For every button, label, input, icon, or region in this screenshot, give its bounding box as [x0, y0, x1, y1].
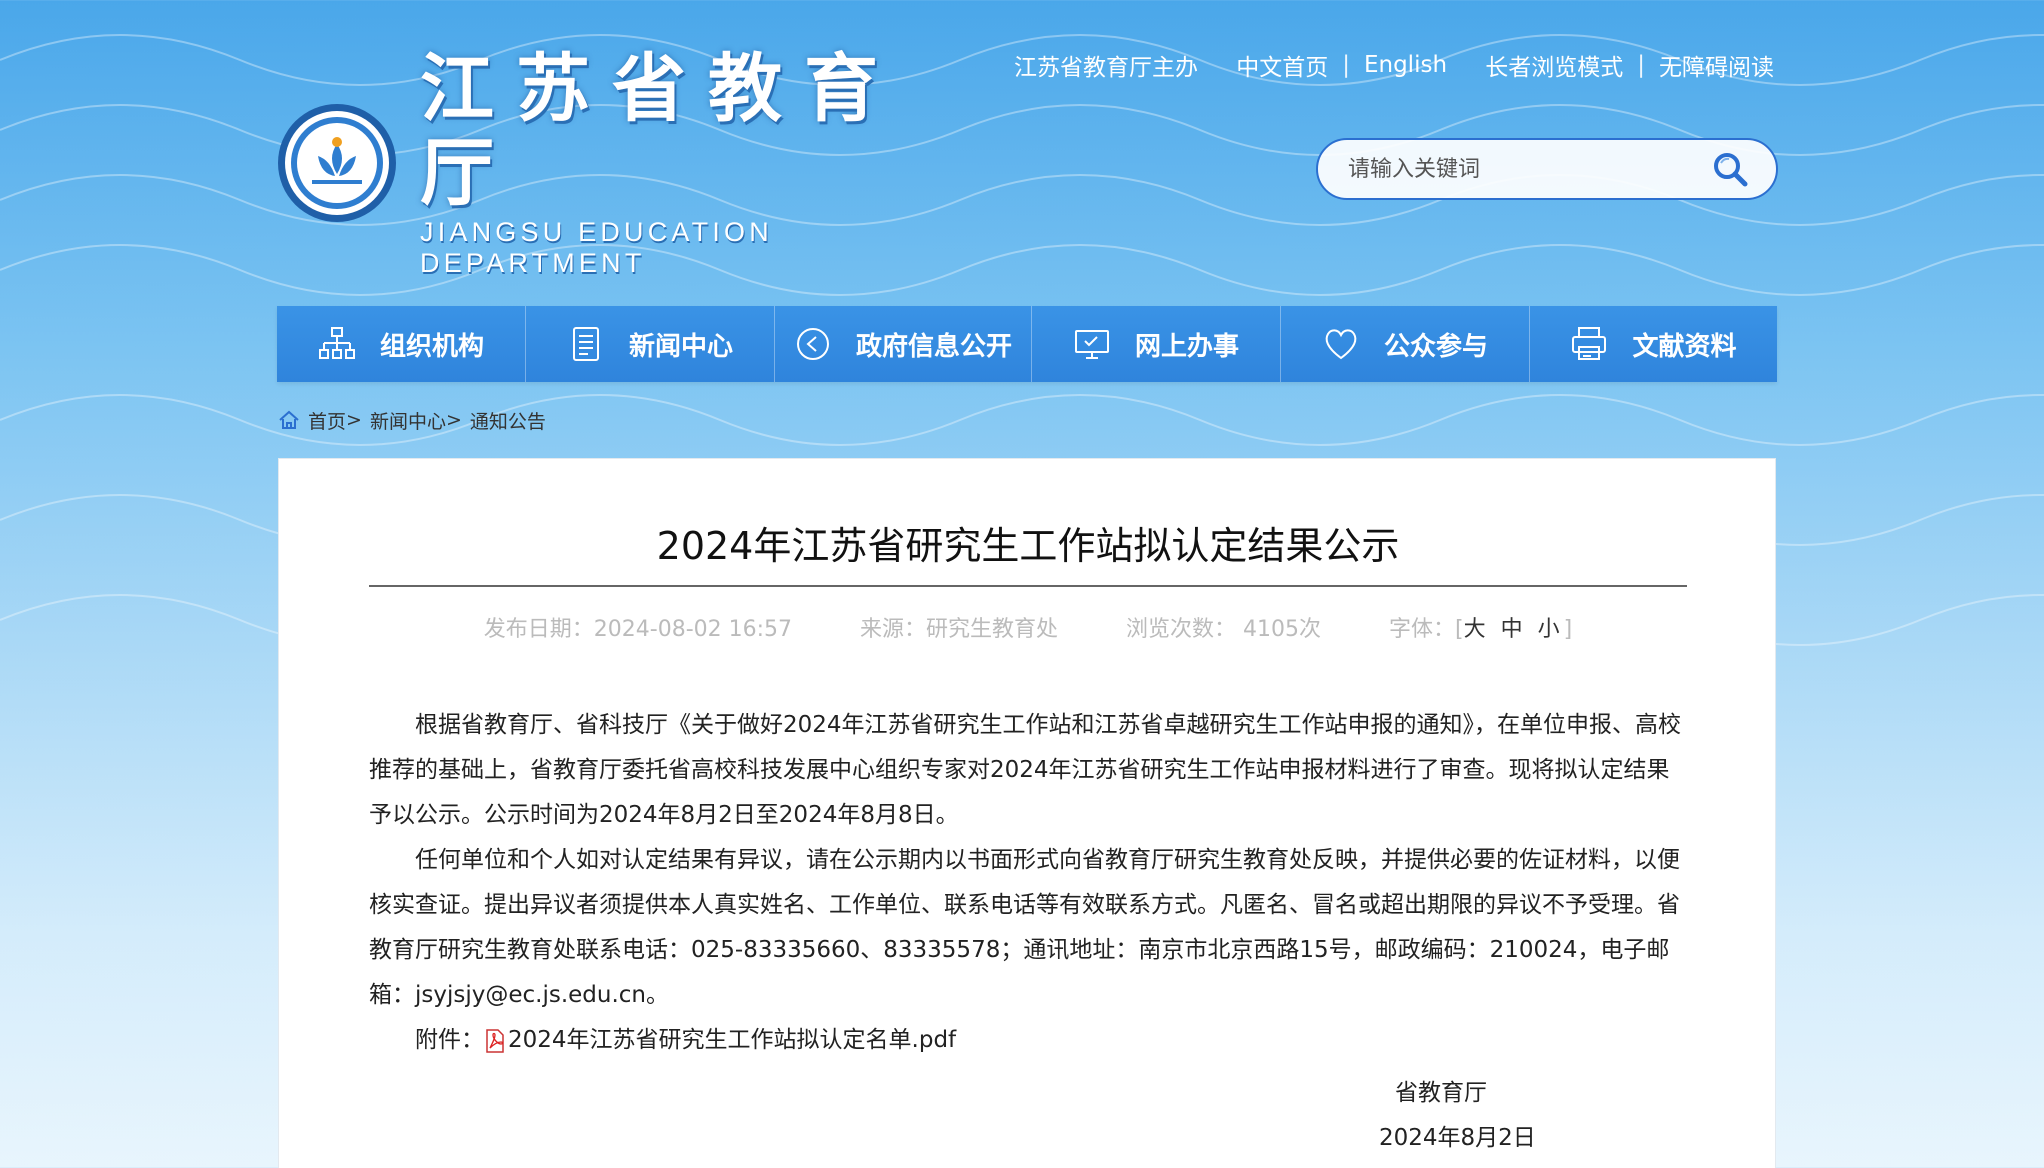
nav-label: 组织机构	[379, 331, 484, 362]
site-logo[interactable]: 江苏省教育厅 JIANGSU EDUCATION DEPARTMENT	[276, 47, 956, 278]
article-title: 2024年江苏省研究生工作站拟认定结果公示	[656, 524, 1400, 568]
nav-label: 公众参与	[1383, 331, 1488, 362]
nav-label: 网上办事	[1134, 331, 1239, 362]
main-navigation: 组织机构 新闻中心 政府信息公开 网上办事 公众参与 文献资料	[277, 306, 1777, 382]
separator: |	[1637, 52, 1645, 78]
org-chart-icon	[318, 327, 355, 359]
emblem-seal-icon	[278, 104, 396, 222]
breadcrumb-sep: >	[346, 409, 362, 431]
info-share-icon	[796, 328, 829, 360]
nav-public-participation[interactable]: 公众参与	[1281, 306, 1530, 382]
breadcrumb-home[interactable]: 首页	[308, 407, 346, 434]
attachment-row: 附件： 2024年江苏省研究生工作站拟认定名单.pdf	[369, 1018, 1687, 1063]
nav-label: 文献资料	[1632, 331, 1737, 362]
article-card: 2024年江苏省研究生工作站拟认定结果公示 发布日期：2024-08-02 16…	[278, 458, 1776, 1168]
nav-gov-info[interactable]: 政府信息公开	[775, 306, 1032, 382]
breadcrumb-current[interactable]: 通知公告	[470, 407, 546, 434]
font-size-options[interactable]: 大 中 小	[1464, 617, 1564, 642]
accessible-reading-link[interactable]: 无障碍阅读	[1659, 48, 1774, 82]
attachment-label: 附件：	[415, 1027, 484, 1053]
font-size-close: ]	[1563, 617, 1573, 642]
english-link[interactable]: English	[1364, 52, 1447, 78]
heart-icon	[1325, 329, 1357, 360]
search-icon[interactable]	[1710, 149, 1750, 189]
nav-org[interactable]: 组织机构	[277, 306, 526, 382]
nav-news[interactable]: 新闻中心	[526, 306, 775, 382]
font-size-control: 字体：[大 中 小]	[1389, 611, 1572, 643]
document-icon	[572, 327, 599, 361]
article-source: 来源：研究生教育处	[860, 617, 1059, 642]
separator: |	[1342, 52, 1350, 78]
signature-block: 省教育厅 2024年8月2日	[1379, 1071, 1679, 1161]
font-size-label: 字体：[	[1389, 617, 1464, 642]
publish-date: 发布日期：2024-08-02 16:57	[483, 617, 793, 642]
nav-label: 政府信息公开	[855, 331, 1012, 362]
logo-english-name: JIANGSU EDUCATION DEPARTMENT	[420, 217, 773, 278]
nav-online-service[interactable]: 网上办事	[1032, 306, 1281, 382]
nav-label: 新闻中心	[628, 331, 733, 362]
paragraph: 任何单位和个人如对认定结果有异议，请在公示期内以书面形式向省教育厅研究生教育处反…	[369, 847, 1680, 1008]
title-divider	[369, 585, 1687, 587]
view-count: 浏览次数： 4105次	[1126, 617, 1322, 642]
home-cn-link[interactable]: 中文首页	[1236, 48, 1328, 82]
article-body: 根据省教育厅、省科技厅《关于做好2024年江苏省研究生工作站和江苏省卓越研究生工…	[369, 703, 1687, 1063]
paragraph: 根据省教育厅、省科技厅《关于做好2024年江苏省研究生工作站和江苏省卓越研究生工…	[369, 712, 1682, 828]
search-input[interactable]	[1348, 156, 1710, 182]
article-meta: 发布日期：2024-08-02 16:57 来源：研究生教育处 浏览次数： 41…	[369, 611, 1687, 643]
breadcrumb: 首页 > 新闻中心 > 通知公告	[278, 406, 546, 434]
top-utility-bar: 江苏省教育厅主办 中文首页 | English 长者浏览模式 | 无障碍阅读	[1014, 48, 1774, 82]
nav-documents[interactable]: 文献资料	[1530, 306, 1777, 382]
host-label: 江苏省教育厅主办	[1014, 55, 1198, 81]
signature-org: 省教育厅	[1395, 1080, 1487, 1106]
monitor-icon	[1074, 330, 1109, 359]
attachment-link[interactable]: 2024年江苏省研究生工作站拟认定名单.pdf	[508, 1018, 956, 1063]
home-icon	[279, 410, 299, 429]
printer-icon	[1572, 327, 1607, 360]
pdf-icon	[486, 1028, 504, 1053]
search-box	[1316, 138, 1778, 200]
breadcrumb-news[interactable]: 新闻中心	[370, 407, 446, 434]
breadcrumb-sep: >	[445, 409, 462, 431]
logo-chinese-name: 江苏省教育厅	[420, 46, 900, 216]
signature-date: 2024年8月2日	[1379, 1125, 1536, 1151]
elder-mode-link[interactable]: 长者浏览模式	[1485, 48, 1623, 82]
